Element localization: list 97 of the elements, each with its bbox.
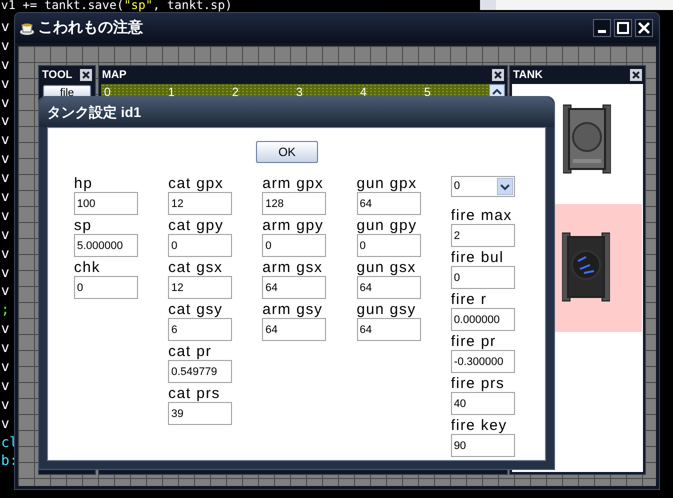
maximize-icon[interactable] [617, 22, 629, 34]
field-label: gun gsy [356, 302, 416, 318]
close-icon[interactable] [80, 69, 92, 81]
panel-title: TOOL [42, 70, 72, 80]
code-text: v [1, 340, 10, 356]
input-field[interactable]: 6 [168, 318, 232, 341]
field-label: cat gsx [168, 260, 223, 276]
field-label: cat pr [168, 344, 212, 360]
tank-drawing [562, 231, 610, 303]
code-text: ; [1, 302, 10, 318]
code-text: v [1, 170, 10, 186]
column-number: 0 [103, 84, 112, 100]
field-label: fire max [450, 208, 512, 224]
field-label: fire key [450, 418, 508, 434]
input-field[interactable]: 0 [168, 234, 232, 257]
chevron-up-icon[interactable] [492, 89, 502, 95]
column-number: 3 [295, 84, 304, 100]
field-label: cat gpy [168, 218, 224, 234]
field-label: sp [74, 218, 92, 234]
code-text: v1 += tankt.save( [1, 0, 124, 12]
code-text: v [1, 246, 10, 262]
code-text: v [1, 359, 10, 376]
field-label: fire r [450, 292, 487, 308]
input-field[interactable]: 64 [356, 318, 421, 341]
field-label: fire bul [450, 250, 504, 266]
code-text: "sp" [124, 0, 153, 12]
minimize-button[interactable] [593, 19, 611, 37]
column-number: 2 [231, 84, 240, 100]
code-text: b: [1, 453, 18, 470]
field-label: arm gsy [262, 302, 323, 318]
input-field[interactable]: 90 [450, 434, 515, 457]
code-text: v [1, 189, 10, 206]
panel-title: TANK [513, 70, 543, 80]
input-field[interactable]: 64 [262, 276, 326, 299]
close-icon[interactable] [638, 22, 650, 34]
input-field[interactable]: 12 [168, 276, 232, 299]
field-label: arm gpx [262, 176, 324, 192]
input-field[interactable]: 64 [262, 318, 326, 341]
code-text: v [1, 113, 10, 130]
field-label: hp [74, 176, 93, 192]
close-button[interactable] [635, 19, 653, 37]
column-number: 4 [359, 84, 368, 100]
field-label: arm gsx [262, 260, 323, 276]
code-text: v [1, 264, 10, 281]
input-field[interactable]: 64 [356, 192, 421, 215]
input-field[interactable]: 0 [356, 234, 421, 257]
input-field[interactable]: 0.000000 [450, 308, 515, 331]
code-text: v [1, 19, 10, 35]
panel-title: MAP [102, 70, 126, 80]
input-field[interactable]: 64 [356, 276, 421, 299]
input-field[interactable]: 39 [168, 402, 232, 425]
code-text: v [1, 56, 10, 73]
code-text: , tankt.sp) [152, 0, 232, 12]
input-field[interactable]: 0 [262, 234, 326, 257]
field-label: cat gsy [168, 302, 223, 318]
column-number: 1 [167, 84, 176, 100]
close-icon[interactable] [492, 69, 504, 81]
input-field[interactable]: 0 [450, 266, 515, 289]
input-field[interactable]: 100 [74, 192, 138, 215]
code-text: v [1, 416, 10, 432]
close-icon[interactable] [630, 69, 642, 81]
maximize-button[interactable] [614, 19, 632, 37]
field-label: chk [74, 260, 100, 276]
ok-button[interactable]: OK [256, 141, 318, 163]
input-field[interactable]: 128 [262, 192, 326, 215]
code-text: v [1, 94, 10, 111]
field-label: cat prs [168, 386, 220, 402]
input-field[interactable]: 0 [74, 276, 138, 299]
field-label: gun gsx [356, 260, 416, 276]
input-field[interactable]: 5.000000 [74, 234, 138, 257]
column-number: 5 [423, 84, 432, 100]
field-label: cat gpx [168, 176, 224, 192]
code-text: v [1, 283, 10, 300]
dropdown[interactable]: 0 [450, 176, 515, 197]
input-field[interactable]: 2 [450, 224, 515, 247]
field-label: fire prs [450, 376, 505, 392]
chevron-down-icon[interactable] [496, 178, 513, 195]
code-text: v [1, 38, 10, 54]
tank-drawing [562, 103, 610, 175]
code-text: v [1, 321, 10, 338]
code-text: v [1, 132, 10, 148]
field-label: fire pr [450, 334, 496, 350]
window-title: こわれもの注意 [38, 18, 144, 38]
code-text: v [1, 208, 10, 224]
code-text: v [1, 76, 10, 92]
field-label: arm gpy [262, 218, 324, 234]
input-field[interactable]: 0.549779 [168, 360, 232, 383]
code-text: v [1, 226, 10, 243]
code-text: v [1, 151, 10, 168]
input-field[interactable]: -0.300000 [450, 350, 515, 373]
code-text: v [1, 396, 10, 413]
input-field[interactable]: 12 [168, 192, 232, 215]
input-field[interactable]: 40 [450, 392, 515, 415]
code-text: v [1, 378, 10, 394]
dialog-title: タンク設定 id1 [47, 102, 142, 122]
field-label: gun gpx [356, 176, 417, 192]
field-label: gun gpy [356, 218, 417, 234]
